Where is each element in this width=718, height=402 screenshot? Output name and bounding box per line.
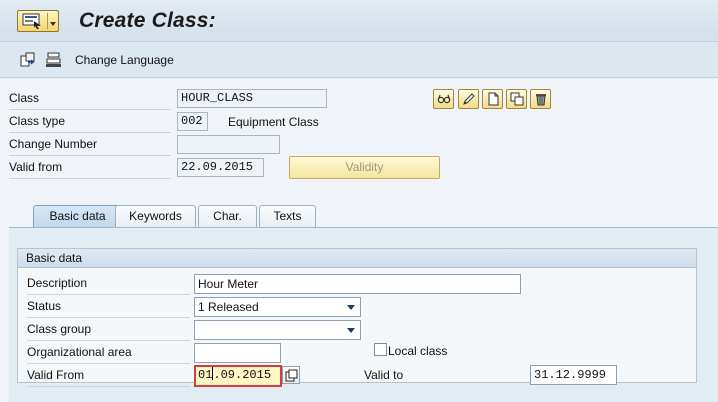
tab-texts[interactable]: Texts (259, 205, 316, 227)
local-class-label: Local class (388, 344, 448, 358)
class-label: Class (9, 88, 171, 110)
valid-to-label: Valid to (364, 368, 404, 382)
sap-menu-icon (22, 13, 44, 32)
tab-keywords[interactable]: Keywords (115, 205, 196, 227)
tab-panel-basic-data: Basic data Description Hour Meter Status… (9, 227, 718, 402)
class-group-label: Class group (27, 319, 190, 341)
tab-char[interactable]: Char. (198, 205, 257, 227)
copy-button[interactable] (506, 89, 527, 109)
display-change-button[interactable] (458, 89, 479, 109)
valid-from-label-basic: Valid From (27, 365, 190, 387)
status-dropdown[interactable]: 1 Released (194, 297, 361, 317)
description-label: Description (27, 273, 190, 295)
main-area: Class HOUR_CLASS Class type 002 Equipmen… (0, 79, 718, 402)
change-language-button[interactable]: Change Language (75, 53, 174, 67)
create-button[interactable] (482, 89, 503, 109)
valid-from-label: Valid from (9, 157, 171, 179)
title-bar: Create Class: (0, 0, 718, 42)
status-value: 1 Released (198, 300, 259, 314)
sap-menu-button[interactable] (17, 10, 59, 32)
other-object-icon[interactable] (19, 51, 37, 69)
valid-from-text-after: .09.2015 (213, 368, 272, 382)
application-toolbar: Change Language (0, 42, 718, 78)
valid-from-field[interactable]: 22.09.2015 (177, 158, 264, 177)
valid-from-text-before: 01 (198, 368, 213, 382)
class-type-description: Equipment Class (228, 115, 319, 129)
description-field[interactable]: Hour Meter (194, 274, 521, 294)
valid-to-field[interactable]: 31.12.9999 (530, 365, 617, 385)
status-label: Status (27, 296, 190, 318)
validity-button[interactable]: Validity (289, 156, 440, 179)
calendar-picker-icon (285, 369, 298, 382)
valid-from-field-basic[interactable]: 01.09.2015 (194, 365, 282, 387)
basic-data-group: Basic data Description Hour Meter Status… (17, 248, 697, 387)
class-type-field[interactable]: 002 (177, 112, 208, 131)
group-title: Basic data (18, 249, 696, 268)
where-used-button[interactable] (433, 89, 454, 109)
class-type-label: Class type (9, 111, 171, 133)
delete-button[interactable] (530, 89, 551, 109)
chevron-down-icon[interactable] (347, 305, 355, 310)
chevron-down-icon[interactable] (347, 328, 355, 333)
class-group-dropdown[interactable] (194, 320, 361, 340)
local-class-checkbox[interactable] (374, 343, 387, 356)
menu-separator (47, 13, 48, 29)
page-title: Create Class: (79, 9, 216, 32)
calendar-picker-button[interactable] (282, 366, 300, 384)
org-area-field[interactable] (194, 343, 281, 363)
tab-basic-data[interactable]: Basic data (33, 205, 122, 228)
change-number-field[interactable] (177, 135, 280, 154)
chevron-down-icon (50, 22, 56, 26)
class-field[interactable]: HOUR_CLASS (177, 89, 327, 108)
class-hierarchy-icon[interactable] (45, 51, 63, 69)
change-number-label: Change Number (9, 134, 171, 156)
org-area-label: Organizational area (27, 342, 190, 364)
